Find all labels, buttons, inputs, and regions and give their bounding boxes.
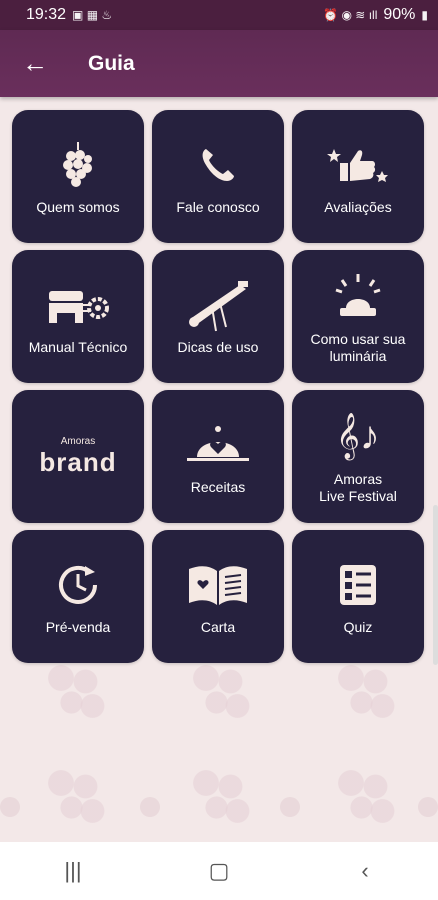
tile-label: Avaliações (324, 199, 392, 215)
tile-avaliacoes[interactable]: Avaliações (292, 110, 424, 243)
tile-amoras-live-festival[interactable]: 𝄞♪ Amoras Live Festival (292, 390, 424, 523)
tile-label: Receitas (190, 479, 246, 495)
tile-manual-tecnico[interactable]: Manual Técnico (12, 250, 144, 383)
raspberry-icon (58, 137, 98, 193)
tile-label: Manual Técnico (28, 339, 128, 355)
tile-label: Carta (200, 619, 236, 635)
app-bar: ← Guia (0, 30, 438, 97)
tile-label: Amoras Live Festival (319, 470, 397, 504)
tile-como-usar-luminaria[interactable]: Como usar sua luminária (292, 250, 424, 383)
tile-amoras-brand[interactable]: Amoras brand (12, 390, 144, 523)
machine-gear-icon (43, 277, 113, 333)
tile-label: Dicas de uso (177, 339, 259, 355)
battery-level: 90% (383, 6, 416, 23)
tile-label: Pré-venda (45, 619, 111, 635)
back-arrow-icon[interactable]: ← (0, 30, 70, 97)
tile-fale-conosco[interactable]: Fale conosco (152, 110, 284, 243)
recent-apps-icon[interactable]: ||| (43, 858, 103, 884)
tile-label: Como usar sua luminária (310, 330, 406, 364)
tile-label: Quiz (343, 619, 373, 635)
tile-label: Fale conosco (176, 199, 260, 215)
cloche-heart-icon (183, 417, 253, 473)
tile-carta[interactable]: Carta (152, 530, 284, 663)
signal-icons: ⏰ ◉ ≋ ıll (323, 8, 378, 22)
tile-receitas[interactable]: Receitas (152, 390, 284, 523)
home-icon[interactable]: ▢ (189, 858, 249, 884)
scrollbar[interactable] (433, 505, 438, 665)
tile-dicas-de-uso[interactable]: Dicas de uso (152, 250, 284, 383)
amoras-brand-logo: Amoras brand (39, 435, 117, 477)
thumbs-up-stars-icon (326, 137, 390, 193)
clock-refresh-icon (55, 557, 101, 613)
page-title: Guia (88, 51, 135, 75)
tile-label: Quem somos (36, 199, 120, 215)
lamp-tool-icon (182, 277, 254, 333)
status-bar: 19:32 ▣ ▦ ♨ ⏰ ◉ ≋ ıll 90% ▮ (0, 0, 438, 30)
battery-icon: ▮ (421, 8, 428, 22)
open-book-icon (187, 557, 249, 613)
luminaire-icon (330, 269, 386, 325)
checklist-icon (338, 557, 378, 613)
back-icon[interactable]: ‹ (335, 858, 395, 884)
tile-quem-somos[interactable]: Quem somos (12, 110, 144, 243)
system-nav-bar: ||| ▢ ‹ (0, 842, 438, 900)
guide-grid: Quem somos Fale conosco Avaliações Manua… (12, 110, 424, 663)
tile-quiz[interactable]: Quiz (292, 530, 424, 663)
status-time: 19:32 (26, 6, 67, 23)
tile-pre-venda[interactable]: Pré-venda (12, 530, 144, 663)
music-notes-icon: 𝄞♪ (336, 414, 380, 458)
notification-icons: ▣ ▦ ♨ (72, 8, 113, 22)
phone-icon (198, 137, 238, 193)
